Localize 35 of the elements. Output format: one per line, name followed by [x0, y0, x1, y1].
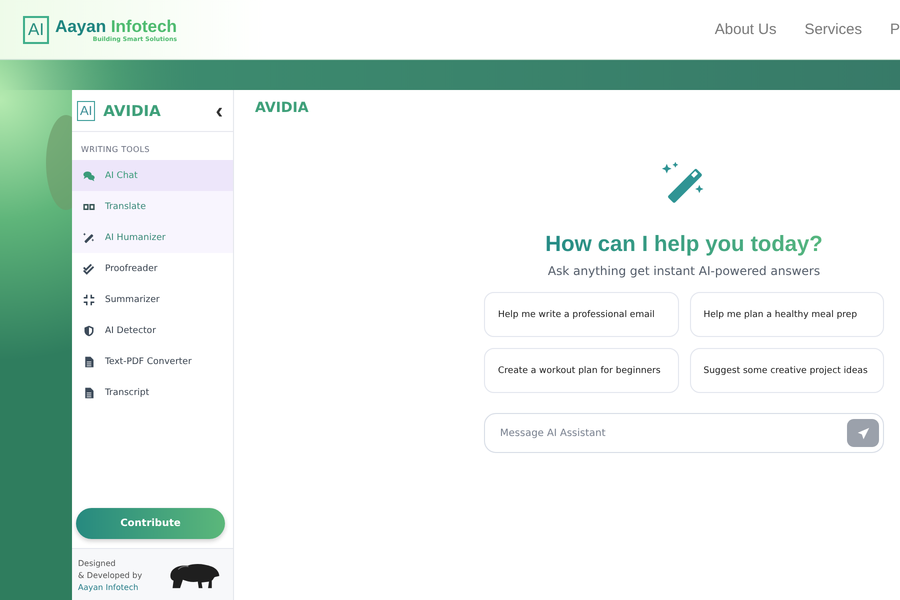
- nav-link[interactable]: P: [890, 21, 900, 38]
- sidebar-item[interactable]: Transcript: [72, 377, 233, 408]
- brand-name: Aayan Infotech: [55, 16, 177, 36]
- sidebar-item[interactable]: Text-PDF Converter: [72, 346, 233, 377]
- send-icon: [856, 426, 870, 440]
- collapse-button[interactable]: ‹: [216, 100, 223, 120]
- sidebar-item[interactable]: AI Detector: [72, 315, 233, 346]
- credit-link[interactable]: Aayan Infotech: [78, 582, 138, 594]
- nav-link[interactable]: About Us: [714, 21, 776, 38]
- double-check-icon: [83, 262, 95, 274]
- logo-mark: AI: [23, 16, 50, 44]
- chat-icon: [83, 170, 95, 182]
- shield-icon: [83, 324, 95, 336]
- sidebar-item[interactable]: Summarizer: [72, 284, 233, 315]
- section-label: WRITING TOOLS: [80, 144, 151, 156]
- sidebar-item[interactable]: AI Humanizer: [72, 222, 233, 253]
- page-title: AVIDIA: [254, 99, 310, 116]
- suggestion-card[interactable]: Help me write a professional email: [484, 292, 678, 337]
- compress-icon: [83, 294, 95, 306]
- sidebar-item[interactable]: Translate: [72, 191, 233, 222]
- credit-text: Designed: [78, 558, 116, 570]
- logo-mark: AI: [77, 100, 96, 120]
- document-icon: [83, 356, 95, 368]
- sidebar-item[interactable]: Proofreader: [72, 253, 233, 284]
- magic-wand-icon: [83, 232, 95, 244]
- sidebar-title: AVIDIA: [103, 102, 162, 120]
- nav-link[interactable]: Services: [804, 21, 862, 38]
- message-bar[interactable]: Message AI Assistant: [484, 413, 884, 453]
- greeting-subtitle: Ask anything get instant AI-powered answers: [548, 264, 820, 278]
- suggestion-card[interactable]: Help me plan a healthy meal prep: [690, 292, 884, 337]
- document-icon: [83, 386, 95, 398]
- send-button[interactable]: [847, 419, 879, 447]
- suggestion-card[interactable]: Create a workout plan for beginners: [484, 348, 678, 393]
- credit-text: & Developed by: [78, 570, 142, 582]
- suggestion-card[interactable]: Suggest some creative project ideas: [690, 348, 884, 393]
